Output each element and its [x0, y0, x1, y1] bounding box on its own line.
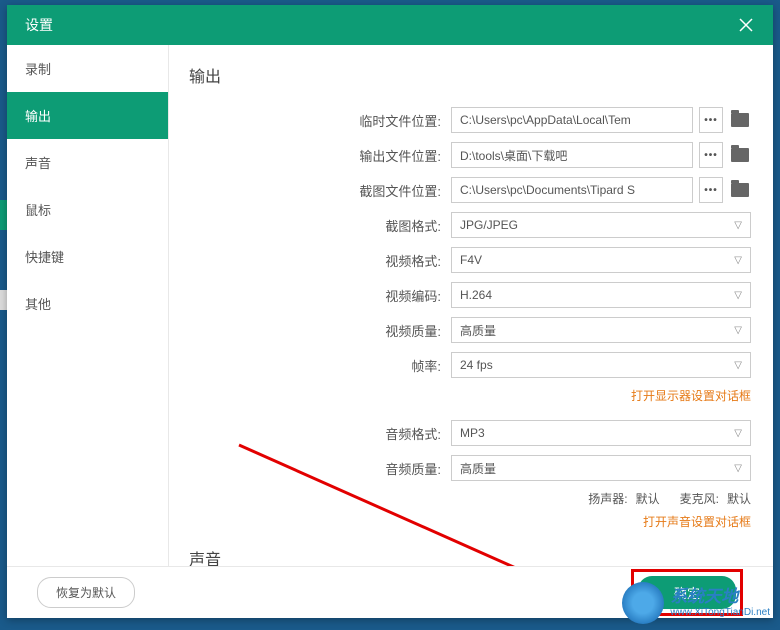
folder-icon	[731, 183, 749, 197]
speaker-label: 扬声器:	[588, 490, 627, 507]
close-button[interactable]	[731, 10, 761, 40]
input-output-path[interactable]	[451, 142, 693, 168]
row-video-quality: 视频质量: 高质量 ▽	[189, 317, 751, 343]
row-audio-devices: 扬声器: 默认 麦克风: 默认	[189, 490, 751, 507]
sidebar: 录制 输出 声音 鼠标 快捷键 其他	[7, 45, 169, 566]
section-title-output: 输出	[189, 63, 751, 87]
row-audio-quality: 音频质量: 高质量 ▽	[189, 455, 751, 481]
ok-highlight-box: 确定	[631, 569, 743, 616]
label-framerate: 帧率:	[189, 356, 451, 375]
mic-info: 麦克风: 默认	[680, 490, 751, 507]
label-screenshot-path: 截图文件位置:	[189, 181, 451, 200]
select-video-format[interactable]: F4V ▽	[451, 247, 751, 273]
select-value: 高质量	[460, 322, 496, 339]
sidebar-item-label: 输出	[25, 109, 51, 124]
select-audio-format[interactable]: MP3 ▽	[451, 420, 751, 446]
content-panel: 输出 临时文件位置: ••• 输出文件位置: •••	[169, 45, 773, 566]
row-audio-format: 音频格式: MP3 ▽	[189, 420, 751, 446]
section-title-sound: 声音	[189, 546, 751, 566]
select-screenshot-format[interactable]: JPG/JPEG ▽	[451, 212, 751, 238]
chevron-down-icon: ▽	[734, 463, 742, 474]
open-screenshot-folder[interactable]	[729, 179, 751, 201]
row-sound-link: 打开声音设置对话框	[189, 513, 751, 530]
settings-window: 设置 录制 输出 声音 鼠标 快捷键 其他 输出 临时文件位置: •••	[7, 5, 773, 618]
label-video-codec: 视频编码:	[189, 286, 451, 305]
row-output-path: 输出文件位置: •••	[189, 142, 751, 168]
select-value: F4V	[460, 253, 482, 267]
row-screenshot-format: 截图格式: JPG/JPEG ▽	[189, 212, 751, 238]
label-audio-quality: 音频质量:	[189, 459, 451, 478]
titlebar: 设置	[7, 5, 773, 45]
row-temp-path: 临时文件位置: •••	[189, 107, 751, 133]
chevron-down-icon: ▽	[734, 325, 742, 336]
sidebar-item-label: 快捷键	[25, 250, 64, 265]
bg-sliver-1	[0, 200, 7, 230]
sidebar-item-label: 其他	[25, 297, 51, 312]
select-value: 高质量	[460, 460, 496, 477]
input-temp-path[interactable]	[451, 107, 693, 133]
select-value: H.264	[460, 288, 492, 302]
speaker-info: 扬声器: 默认	[588, 490, 659, 507]
speaker-value: 默认	[636, 490, 660, 507]
chevron-down-icon: ▽	[734, 428, 742, 439]
sidebar-item-label: 鼠标	[25, 203, 51, 218]
browse-output-path[interactable]: •••	[699, 142, 723, 168]
mic-label: 麦克风:	[680, 490, 719, 507]
sidebar-item-other[interactable]: 其他	[7, 280, 168, 327]
row-video-codec: 视频编码: H.264 ▽	[189, 282, 751, 308]
sidebar-item-label: 录制	[25, 62, 51, 77]
window-title: 设置	[25, 15, 53, 35]
ok-button[interactable]: 确定	[638, 576, 736, 609]
browse-screenshot-path[interactable]: •••	[699, 177, 723, 203]
open-temp-folder[interactable]	[729, 109, 751, 131]
window-body: 录制 输出 声音 鼠标 快捷键 其他 输出 临时文件位置: ••• 输出文件位置…	[7, 45, 773, 566]
sidebar-item-hotkeys[interactable]: 快捷键	[7, 233, 168, 280]
row-screenshot-path: 截图文件位置: •••	[189, 177, 751, 203]
sidebar-item-record[interactable]: 录制	[7, 45, 168, 92]
browse-temp-path[interactable]: •••	[699, 107, 723, 133]
select-value: 24 fps	[460, 358, 493, 372]
label-screenshot-format: 截图格式:	[189, 216, 451, 235]
label-output-path: 输出文件位置:	[189, 146, 451, 165]
footer: 恢复为默认 确定	[7, 566, 773, 618]
close-icon	[739, 18, 753, 32]
sidebar-item-output[interactable]: 输出	[7, 92, 168, 139]
sound-settings-link[interactable]: 打开声音设置对话框	[643, 513, 751, 530]
input-screenshot-path[interactable]	[451, 177, 693, 203]
select-value: JPG/JPEG	[460, 218, 518, 232]
chevron-down-icon: ▽	[734, 220, 742, 231]
select-framerate[interactable]: 24 fps ▽	[451, 352, 751, 378]
chevron-down-icon: ▽	[734, 255, 742, 266]
label-audio-format: 音频格式:	[189, 424, 451, 443]
open-output-folder[interactable]	[729, 144, 751, 166]
select-video-quality[interactable]: 高质量 ▽	[451, 317, 751, 343]
select-audio-quality[interactable]: 高质量 ▽	[451, 455, 751, 481]
chevron-down-icon: ▽	[734, 290, 742, 301]
chevron-down-icon: ▽	[734, 360, 742, 371]
reset-button[interactable]: 恢复为默认	[37, 577, 135, 608]
label-temp-path: 临时文件位置:	[189, 111, 451, 130]
bg-sliver-2	[0, 290, 7, 310]
row-display-link: 打开显示器设置对话框	[189, 387, 751, 404]
sidebar-item-label: 声音	[25, 156, 51, 171]
folder-icon	[731, 113, 749, 127]
sidebar-item-sound[interactable]: 声音	[7, 139, 168, 186]
select-value: MP3	[460, 426, 485, 440]
folder-icon	[731, 148, 749, 162]
select-video-codec[interactable]: H.264 ▽	[451, 282, 751, 308]
row-framerate: 帧率: 24 fps ▽	[189, 352, 751, 378]
sidebar-item-mouse[interactable]: 鼠标	[7, 186, 168, 233]
label-video-format: 视频格式:	[189, 251, 451, 270]
label-video-quality: 视频质量:	[189, 321, 451, 340]
mic-value: 默认	[727, 490, 751, 507]
row-video-format: 视频格式: F4V ▽	[189, 247, 751, 273]
display-settings-link[interactable]: 打开显示器设置对话框	[631, 387, 751, 404]
